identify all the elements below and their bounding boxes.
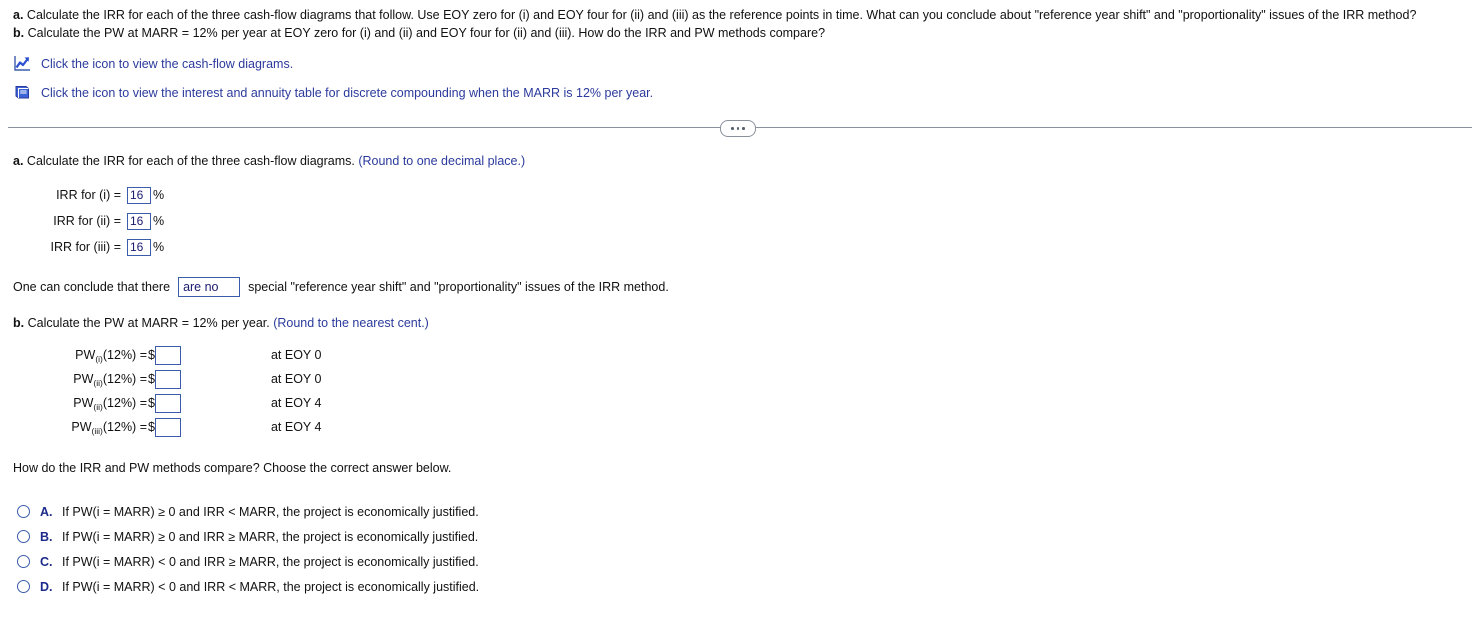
conclusion-prefix: One can conclude that there bbox=[13, 280, 171, 294]
choice-row-d[interactable]: D. If PW(i = MARR) < 0 and IRR < MARR, t… bbox=[13, 574, 1463, 599]
interest-table-link-row[interactable]: Click the icon to view the interest and … bbox=[13, 82, 1476, 103]
stem-text-a: Calculate the IRR for each of the three … bbox=[26, 8, 1417, 22]
pw-input-4[interactable] bbox=[154, 417, 181, 437]
choice-text-b: If PW(i = MARR) ≥ 0 and IRR ≥ MARR, the … bbox=[62, 529, 479, 544]
choice-text-a: If PW(i = MARR) ≥ 0 and IRR < MARR, the … bbox=[62, 504, 479, 519]
compare-question: How do the IRR and PW methods compare? C… bbox=[13, 461, 452, 475]
pw-input-3[interactable] bbox=[154, 393, 181, 413]
icon-links: Click the icon to view the cash-flow dia… bbox=[0, 53, 1476, 103]
irr-input-ii[interactable] bbox=[127, 212, 151, 230]
choice-text-d: If PW(i = MARR) < 0 and IRR < MARR, the … bbox=[62, 579, 480, 594]
radio-icon-a[interactable] bbox=[17, 505, 30, 518]
pw-eoy-4: at EOY 4 bbox=[270, 420, 322, 434]
pw-suffix-3: (12%) = bbox=[102, 396, 147, 410]
pw-subscript-4: (iii) bbox=[91, 426, 103, 436]
pw-currency-3: $ bbox=[148, 396, 155, 410]
conclusion-line: One can conclude that there are no speci… bbox=[13, 277, 1463, 297]
pw-row-1: PW(i)(12%) = $ at EOY 0 bbox=[13, 344, 1463, 366]
radio-icon-c[interactable] bbox=[17, 555, 30, 568]
pw-suffix-1: (12%) = bbox=[102, 348, 147, 362]
part-b-label: b. bbox=[13, 316, 25, 330]
pw-currency-1: $ bbox=[148, 348, 155, 362]
irr-row-i: IRR for (i) = % bbox=[13, 184, 1463, 206]
irr-answer-block: IRR for (i) = % IRR for (ii) = % IRR for… bbox=[13, 184, 1463, 258]
cash-flow-diagrams-link-row[interactable]: Click the icon to view the cash-flow dia… bbox=[13, 53, 1476, 74]
pw-row-2: PW(ii)(12%) = $ at EOY 0 bbox=[13, 368, 1463, 390]
choice-letter-c: C. bbox=[40, 554, 53, 569]
radio-icon-b[interactable] bbox=[17, 530, 30, 543]
collapse-toggle-button[interactable] bbox=[720, 120, 756, 137]
choice-list: A. If PW(i = MARR) ≥ 0 and IRR < MARR, t… bbox=[13, 499, 1463, 599]
question-stem: a. Calculate the IRR for each of the thr… bbox=[0, 0, 1476, 42]
part-b-hint: (Round to the nearest cent.) bbox=[273, 316, 429, 330]
part-a-hint: (Round to one decimal place.) bbox=[358, 154, 526, 168]
dot-2 bbox=[736, 127, 740, 130]
line-chart-icon[interactable] bbox=[13, 54, 32, 73]
irr-input-i[interactable] bbox=[127, 186, 151, 204]
pw-prefix-3: PW bbox=[73, 396, 94, 410]
conclusion-suffix: special "reference year shift" and "prop… bbox=[248, 280, 669, 294]
answer-area: a. Calculate the IRR for each of the thr… bbox=[0, 153, 1476, 599]
pw-eoy-3: at EOY 4 bbox=[270, 396, 322, 410]
irr-label-ii: IRR for (ii) = bbox=[53, 214, 121, 228]
pw-eoy-2: at EOY 0 bbox=[270, 372, 322, 386]
stem-line-a: a. Calculate the IRR for each of the thr… bbox=[13, 7, 1468, 24]
stem-line-b: b. Calculate the PW at MARR = 12% per ye… bbox=[13, 25, 1468, 42]
book-icon[interactable] bbox=[13, 83, 32, 102]
choice-row-a[interactable]: A. If PW(i = MARR) ≥ 0 and IRR < MARR, t… bbox=[13, 499, 1463, 524]
pw-answer-block: PW(i)(12%) = $ at EOY 0 PW(ii)(12%) = $ … bbox=[13, 344, 1463, 438]
pw-currency-4: $ bbox=[148, 420, 155, 434]
part-a-text: Calculate the IRR for each of the three … bbox=[26, 154, 355, 168]
dot-1 bbox=[731, 127, 734, 130]
pw-label-4: PW(iii)(12%) = bbox=[13, 420, 148, 436]
stem-label-b: b. bbox=[13, 26, 25, 40]
choice-letter-d: D. bbox=[40, 579, 53, 594]
pw-row-3: PW(ii)(12%) = $ at EOY 4 bbox=[13, 392, 1463, 414]
choice-letter-b: B. bbox=[40, 529, 53, 544]
choice-text-c: If PW(i = MARR) < 0 and IRR ≥ MARR, the … bbox=[62, 554, 479, 569]
part-b-text: Calculate the PW at MARR = 12% per year. bbox=[27, 316, 270, 330]
pw-prefix-2: PW bbox=[73, 372, 94, 386]
pw-currency-2: $ bbox=[148, 372, 155, 386]
choice-letter-a: A. bbox=[40, 504, 53, 519]
pw-subscript-2: (ii) bbox=[93, 378, 103, 388]
part-b-prompt: b. Calculate the PW at MARR = 12% per ye… bbox=[13, 315, 1463, 332]
irr-row-iii: IRR for (iii) = % bbox=[13, 236, 1463, 258]
stem-text-b: Calculate the PW at MARR = 12% per year … bbox=[27, 26, 826, 40]
part-a-label: a. bbox=[13, 154, 24, 168]
irr-input-iii[interactable] bbox=[127, 238, 151, 256]
section-divider bbox=[0, 117, 1476, 139]
irr-percent-i: % bbox=[153, 188, 165, 202]
choice-row-c[interactable]: C. If PW(i = MARR) < 0 and IRR ≥ MARR, t… bbox=[13, 549, 1463, 574]
pw-input-2[interactable] bbox=[154, 369, 181, 389]
pw-input-1[interactable] bbox=[154, 345, 181, 365]
pw-eoy-1: at EOY 0 bbox=[270, 348, 322, 362]
pw-suffix-2: (12%) = bbox=[102, 372, 147, 386]
dot-3 bbox=[742, 127, 745, 130]
pw-subscript-1: (i) bbox=[95, 354, 103, 364]
pw-suffix-4: (12%) = bbox=[102, 420, 147, 434]
pw-label-3: PW(ii)(12%) = bbox=[13, 396, 148, 412]
interest-table-link-text[interactable]: Click the icon to view the interest and … bbox=[41, 86, 653, 100]
stem-label-a: a. bbox=[13, 8, 24, 22]
pw-label-1: PW(i)(12%) = bbox=[13, 348, 148, 364]
irr-label-i: IRR for (i) = bbox=[56, 188, 121, 202]
part-a-prompt: a. Calculate the IRR for each of the thr… bbox=[13, 153, 1463, 170]
pw-prefix-1: PW bbox=[75, 348, 96, 362]
conclusion-select[interactable]: are no bbox=[178, 277, 241, 297]
pw-prefix-4: PW bbox=[71, 420, 92, 434]
pw-label-2: PW(ii)(12%) = bbox=[13, 372, 148, 388]
radio-icon-d[interactable] bbox=[17, 580, 30, 593]
choice-row-b[interactable]: B. If PW(i = MARR) ≥ 0 and IRR ≥ MARR, t… bbox=[13, 524, 1463, 549]
irr-percent-iii: % bbox=[153, 240, 165, 254]
pw-subscript-3: (ii) bbox=[93, 402, 103, 412]
irr-label-iii: IRR for (iii) = bbox=[50, 240, 122, 254]
pw-row-4: PW(iii)(12%) = $ at EOY 4 bbox=[13, 416, 1463, 438]
irr-percent-ii: % bbox=[153, 214, 165, 228]
cash-flow-diagrams-link-text[interactable]: Click the icon to view the cash-flow dia… bbox=[41, 57, 293, 71]
irr-row-ii: IRR for (ii) = % bbox=[13, 210, 1463, 232]
